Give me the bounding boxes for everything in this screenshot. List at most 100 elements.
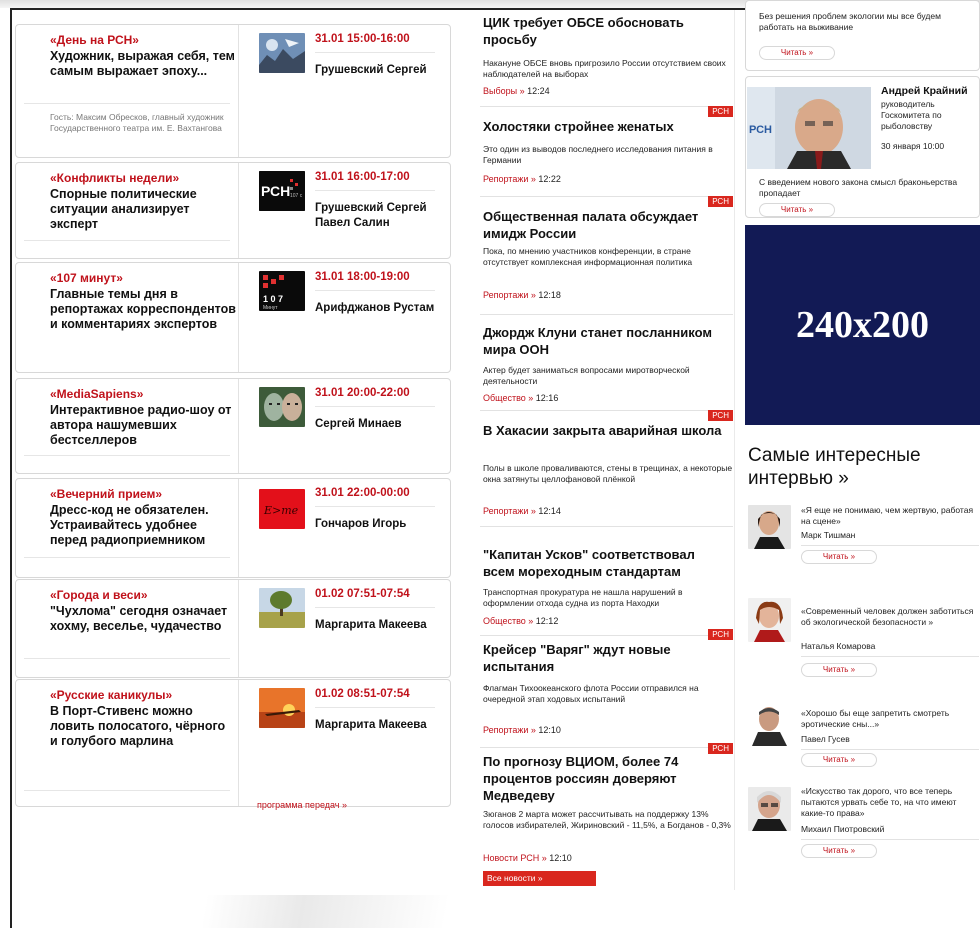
rsn-badge: РСН xyxy=(708,196,733,207)
program-link[interactable]: программа передач » xyxy=(257,800,347,810)
news-item[interactable]: Джордж Клуни станет посланником мира ООН… xyxy=(480,315,733,411)
news-category[interactable]: Репортажи » xyxy=(483,725,536,735)
show-thumbnail-evening[interactable]: Е>те xyxy=(259,489,305,529)
show-description[interactable]: В Порт-Стивенс можно ловить полосатого, … xyxy=(50,704,236,749)
show-host[interactable]: Маргарита Макеева xyxy=(315,718,445,733)
news-item[interactable]: РСН Холостяки стройнее женатых Это один … xyxy=(480,106,733,197)
show-topic[interactable]: «Вечерний прием» xyxy=(50,487,230,501)
news-meta: Новости РСН » 12:10 xyxy=(483,853,572,863)
interview-photo[interactable] xyxy=(748,702,791,746)
news-meta: Репортажи » 12:18 xyxy=(483,290,561,300)
show-topic[interactable]: «Русские каникулы» xyxy=(50,688,230,702)
interview-item[interactable]: «Хорошо бы еще запретить смотреть эротич… xyxy=(745,694,980,794)
show-thumbnail-sunset[interactable] xyxy=(259,688,305,728)
ad-banner[interactable]: 240x200 xyxy=(745,225,980,425)
107-logo-subtitle: Минут xyxy=(263,305,278,311)
show-description[interactable]: Дресс-код не обязателен. Устраивайтесь у… xyxy=(50,503,236,548)
read-button[interactable]: Читать » xyxy=(801,550,877,564)
show-host[interactable]: Сергей Минаев xyxy=(315,417,445,432)
person-photo[interactable]: РСН xyxy=(747,87,871,169)
show-card[interactable]: «107 минут» Главные темы дня в репортажа… xyxy=(15,262,451,373)
show-card[interactable]: «Конфликты недели» Спорные политические … xyxy=(15,162,451,259)
show-time: 31.01 15:00-16:00 xyxy=(315,33,410,45)
read-button[interactable]: Читать » xyxy=(759,46,835,60)
news-time: 12:14 xyxy=(538,506,561,516)
show-host[interactable]: Грушевский Сергей xyxy=(315,63,445,78)
all-news-button[interactable]: Все новости » xyxy=(483,871,596,886)
show-description[interactable]: Художник, выражая себя, тем самым выража… xyxy=(50,49,236,79)
news-title[interactable]: ЦИК требует ОБСЕ обосновать просьбу xyxy=(483,14,728,48)
interview-divider xyxy=(801,839,979,840)
interview-photo[interactable] xyxy=(748,787,791,831)
show-host[interactable]: Арифджанов Рустам xyxy=(315,301,445,316)
news-category[interactable]: Выборы » xyxy=(483,86,525,96)
news-category[interactable]: Новости РСН » xyxy=(483,853,547,863)
section-title[interactable]: Самые интересные интервью » xyxy=(748,444,978,490)
show-card[interactable]: «Русские каникулы» В Порт-Стивенс можно … xyxy=(15,679,451,807)
show-description[interactable]: Спорные политические ситуации анализируе… xyxy=(50,187,236,232)
show-thumbnail-field[interactable] xyxy=(259,588,305,628)
person-name[interactable]: Андрей Крайний xyxy=(881,85,968,97)
interview-quote[interactable]: «Современный человек должен заботиться о… xyxy=(801,606,980,628)
news-meta: Репортажи » 12:10 xyxy=(483,725,561,735)
news-category[interactable]: Общество » xyxy=(483,616,533,626)
news-title[interactable]: По прогнозу ВЦИОМ, более 74 процентов ро… xyxy=(483,753,728,804)
show-thumbnail-rsn-logo[interactable]: РСН 107 с xyxy=(259,171,305,211)
show-thumbnail-107-minutes[interactable]: 1 0 7 Минут xyxy=(259,271,305,311)
read-button[interactable]: Читать » xyxy=(801,844,877,858)
show-card[interactable]: «Города и веси» "Чухлома" сегодня означа… xyxy=(15,579,451,678)
show-host[interactable]: Гончаров Игорь xyxy=(315,517,445,532)
news-lead: Флагман Тихоокеанского флота России отпр… xyxy=(483,683,699,704)
news-lead: Накануне ОБСЕ вновь пригрозило России от… xyxy=(483,58,726,79)
interview-quote[interactable]: «Искусство так дорого, что все теперь пы… xyxy=(801,786,980,819)
show-topic[interactable]: «Конфликты недели» xyxy=(50,171,230,185)
bottom-fade xyxy=(12,895,980,928)
show-divider xyxy=(24,103,230,104)
column-divider xyxy=(734,10,735,890)
read-button[interactable]: Читать » xyxy=(801,663,877,677)
show-card[interactable]: «MediaSapiens» Интерактивное радио-шоу о… xyxy=(15,378,451,474)
interview-quote[interactable]: «Хорошо бы еще запретить смотреть эротич… xyxy=(801,708,980,730)
show-host[interactable]: Маргарита Макеева xyxy=(315,618,445,633)
show-topic[interactable]: «MediaSapiens» xyxy=(50,387,230,401)
news-item[interactable]: РСН Общественная палата обсуждает имидж … xyxy=(480,196,733,316)
news-item[interactable]: "Капитан Усков" соответствовал всем море… xyxy=(480,527,733,637)
news-category[interactable]: Репортажи » xyxy=(483,506,536,516)
news-item[interactable]: РСН По прогнозу ВЦИОМ, более 74 проценто… xyxy=(480,743,733,883)
news-category[interactable]: Репортажи » xyxy=(483,174,536,184)
show-description[interactable]: Интерактивное радио-шоу от автора нашуме… xyxy=(50,403,236,448)
news-time: 12:10 xyxy=(538,725,561,735)
show-topic[interactable]: «Города и веси» xyxy=(50,588,230,602)
show-thumbnail-faces[interactable] xyxy=(259,387,305,427)
show-description[interactable]: Главные темы дня в репортажах корреспонд… xyxy=(50,287,236,332)
news-category[interactable]: Репортажи » xyxy=(483,290,536,300)
news-title[interactable]: Холостяки стройнее женатых xyxy=(483,118,728,135)
news-title[interactable]: "Капитан Усков" соответствовал всем море… xyxy=(483,546,728,580)
news-item[interactable]: ЦИК требует ОБСЕ обосновать просьбу Нака… xyxy=(480,10,733,108)
interview-item[interactable]: «Я еще не понимаю, чем жертвую, работая … xyxy=(745,505,980,605)
interview-item[interactable]: «Искусство так дорого, что все теперь пы… xyxy=(745,782,980,882)
show-description[interactable]: "Чухлома" сегодня означает хохму, весель… xyxy=(50,604,236,634)
news-title[interactable]: Джордж Клуни станет посланником мира ООН xyxy=(483,324,728,358)
show-card[interactable]: «Вечерний прием» Дресс-код не обязателен… xyxy=(15,478,451,578)
news-title[interactable]: Крейсер "Варяг" ждут новые испытания xyxy=(483,641,728,675)
news-item[interactable]: РСН В Хакасии закрыта аварийная школа По… xyxy=(480,410,733,540)
show-thumbnail-news[interactable] xyxy=(259,33,305,73)
news-item[interactable]: РСН Крейсер "Варяг" ждут новые испытания… xyxy=(480,629,733,753)
news-category[interactable]: Общество » xyxy=(483,393,533,403)
interview-photo[interactable] xyxy=(748,598,791,642)
read-button[interactable]: Читать » xyxy=(759,203,835,217)
news-title[interactable]: В Хакасии закрыта аварийная школа xyxy=(483,422,728,439)
show-topic[interactable]: «День на РСН» xyxy=(50,33,230,47)
interview-photo[interactable] xyxy=(748,505,791,549)
show-guest: Гость: Максим Обресков, главный художник… xyxy=(50,112,224,133)
show-topic[interactable]: «107 минут» xyxy=(50,271,230,285)
show-host[interactable]: Грушевский Сергей Павел Салин xyxy=(315,201,445,231)
quote-card: Без решения проблем экологии мы все буде… xyxy=(745,0,980,71)
interview-item[interactable]: «Современный человек должен заботиться о… xyxy=(745,594,980,694)
interview-quote[interactable]: «Я еще не понимаю, чем жертвую, работая … xyxy=(801,505,980,527)
show-card[interactable]: «День на РСН» Художник, выражая себя, те… xyxy=(15,24,451,158)
read-button[interactable]: Читать » xyxy=(801,753,877,767)
show-divider xyxy=(24,790,230,791)
news-title[interactable]: Общественная палата обсуждает имидж Росс… xyxy=(483,208,728,242)
